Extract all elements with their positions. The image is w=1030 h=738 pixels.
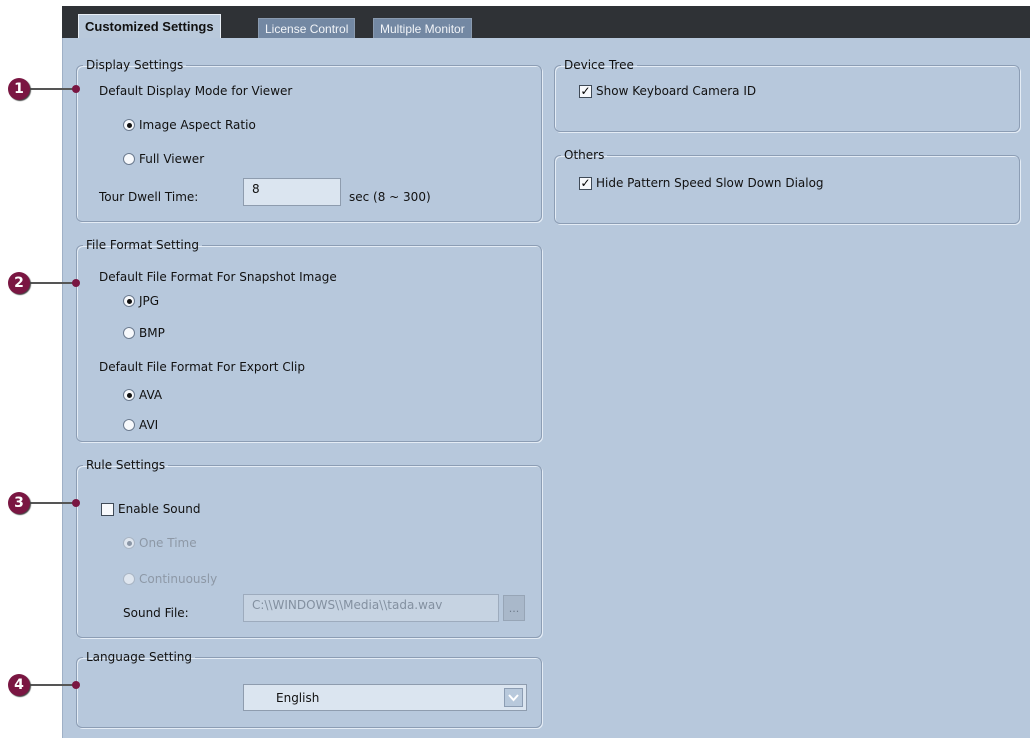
radio-label: Image Aspect Ratio: [139, 118, 256, 132]
radio-label: One Time: [139, 536, 197, 550]
radio-label: JPG: [139, 294, 160, 308]
radio-selected-icon: [123, 537, 135, 549]
file-format-group: File Format Setting Default File Format …: [76, 238, 542, 442]
radio-label: Continuously: [139, 572, 218, 586]
callout-number: 1: [8, 78, 30, 100]
language-setting-legend: Language Setting: [86, 650, 193, 664]
radio-label: AVA: [139, 388, 163, 402]
language-setting-group: Language Setting English: [76, 650, 542, 728]
display-mode-label: Default Display Mode for Viewer: [99, 84, 293, 98]
tour-dwell-label: Tour Dwell Time:: [99, 190, 199, 204]
callout-dot: [72, 499, 80, 507]
radio-label: BMP: [139, 326, 165, 340]
radio-avi[interactable]: AVI: [123, 418, 158, 432]
settings-panel: Display Settings Default Display Mode fo…: [62, 38, 1030, 738]
chevron-down-icon[interactable]: [504, 688, 523, 707]
callout-number: 4: [8, 674, 30, 696]
radio-one-time[interactable]: One Time: [123, 536, 197, 550]
display-settings-group: Display Settings Default Display Mode fo…: [76, 58, 542, 222]
sound-file-label: Sound File:: [123, 606, 189, 620]
others-group: Others ✓ Hide Pattern Speed Slow Down Di…: [554, 148, 1020, 224]
callout-line: [28, 88, 76, 90]
browse-button[interactable]: ...: [503, 595, 525, 621]
enable-sound-checkbox[interactable]: Enable Sound: [101, 502, 200, 516]
checkbox-label: Show Keyboard Camera ID: [596, 84, 757, 98]
callout-number: 3: [8, 492, 30, 514]
radio-label: Full Viewer: [139, 152, 205, 166]
radio-unselected-icon: [123, 153, 135, 165]
callout-line: [28, 502, 76, 504]
radio-selected-icon: [123, 295, 135, 307]
file-format-legend: File Format Setting: [86, 238, 199, 252]
radio-unselected-icon: [123, 419, 135, 431]
callout-dot: [72, 681, 80, 689]
rule-settings-legend: Rule Settings: [86, 458, 166, 472]
radio-jpg[interactable]: JPG: [123, 294, 159, 308]
radio-unselected-icon: [123, 327, 135, 339]
rule-settings-group: Rule Settings Enable Sound One Time Cont…: [76, 458, 542, 638]
checkbox-label: Enable Sound: [118, 502, 201, 516]
show-camera-id-checkbox[interactable]: ✓ Show Keyboard Camera ID: [579, 84, 756, 98]
tab-strip: Customized Settings License Control Mult…: [62, 6, 1030, 40]
checkbox-checked-icon: ✓: [579, 176, 592, 190]
radio-bmp[interactable]: BMP: [123, 326, 165, 340]
language-select[interactable]: English: [243, 684, 527, 711]
display-settings-legend: Display Settings: [86, 58, 184, 72]
sound-file-input[interactable]: C:\\WINDOWS\\Media\\tada.wav: [243, 594, 499, 622]
checkbox-unchecked-icon: [101, 502, 114, 516]
radio-selected-icon: [123, 119, 135, 131]
callout-dot: [72, 85, 80, 93]
callout-line: [28, 684, 76, 686]
hide-dialog-checkbox[interactable]: ✓ Hide Pattern Speed Slow Down Dialog: [579, 176, 824, 190]
device-tree-group: Device Tree ✓ Show Keyboard Camera ID: [554, 58, 1020, 132]
tab-multiple-monitor[interactable]: Multiple Monitor: [373, 18, 472, 38]
callout-dot: [72, 279, 80, 287]
radio-label: AVI: [139, 418, 159, 432]
radio-image-aspect-ratio[interactable]: Image Aspect Ratio: [123, 118, 256, 132]
tour-dwell-input[interactable]: 8: [243, 178, 341, 206]
settings-window: Customized Settings License Control Mult…: [0, 0, 1030, 738]
tab-license-control[interactable]: License Control: [258, 18, 356, 38]
callout-line: [28, 282, 76, 284]
radio-ava[interactable]: AVA: [123, 388, 162, 402]
callout-number: 2: [8, 272, 30, 294]
export-format-label: Default File Format For Export Clip: [99, 360, 305, 374]
radio-selected-icon: [123, 389, 135, 401]
snapshot-format-label: Default File Format For Snapshot Image: [99, 270, 337, 284]
radio-continuously[interactable]: Continuously: [123, 572, 217, 586]
tab-customized-settings[interactable]: Customized Settings: [78, 14, 221, 40]
device-tree-legend: Device Tree: [564, 58, 634, 72]
checkbox-checked-icon: ✓: [579, 84, 592, 98]
radio-unselected-icon: [123, 573, 135, 585]
tour-dwell-range: sec (8 ~ 300): [349, 190, 431, 204]
others-legend: Others: [564, 148, 605, 162]
language-select-value: English: [276, 691, 320, 705]
radio-full-viewer[interactable]: Full Viewer: [123, 152, 204, 166]
checkbox-label: Hide Pattern Speed Slow Down Dialog: [596, 176, 824, 190]
